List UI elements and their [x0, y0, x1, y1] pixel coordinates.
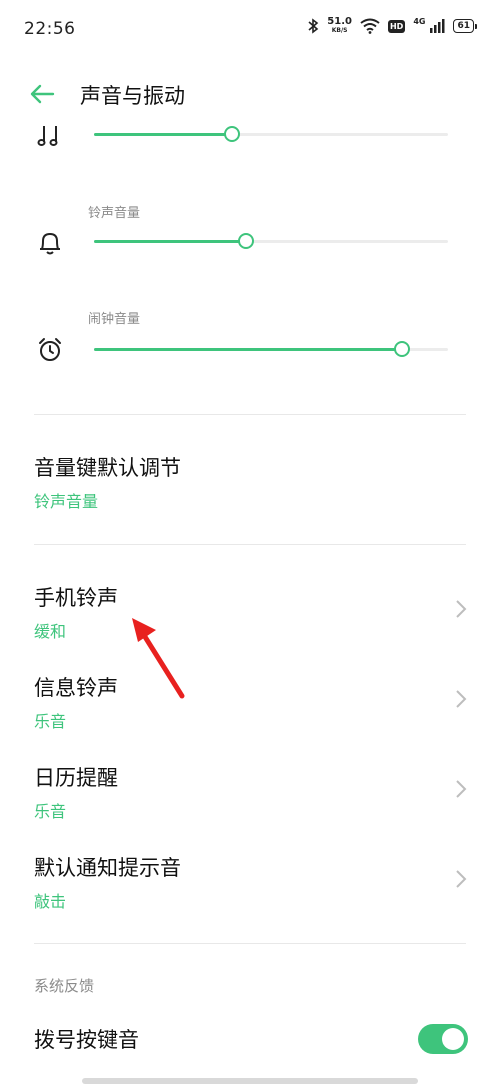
- signal-icon: [430, 19, 445, 33]
- default-notification-sound-item[interactable]: 默认通知提示音 敲击: [0, 852, 500, 932]
- slider-fill: [94, 348, 402, 351]
- battery-indicator: 61: [453, 19, 477, 33]
- slider-thumb[interactable]: [238, 233, 255, 249]
- slider-thumb[interactable]: [224, 126, 241, 142]
- item-title: 日历提醒: [34, 766, 118, 790]
- item-title: 手机铃声: [34, 586, 118, 610]
- section-header: 系统反馈: [34, 977, 95, 995]
- back-arrow-icon[interactable]: [28, 80, 56, 108]
- chevron-right-icon: [456, 870, 467, 888]
- divider: [34, 943, 466, 944]
- app-header: 声音与振动: [0, 62, 500, 126]
- bluetooth-icon: [308, 18, 319, 34]
- hd-badge: HD: [387, 19, 406, 33]
- calendar-reminder-item[interactable]: 日历提醒 乐音: [0, 762, 500, 842]
- alarm-clock-icon: [39, 338, 61, 361]
- item-title: 信息铃声: [34, 676, 118, 700]
- chevron-right-icon: [456, 600, 467, 618]
- item-value: 乐音: [34, 802, 67, 821]
- item-value: 乐音: [34, 712, 67, 731]
- item-value: 铃声音量: [34, 492, 99, 511]
- page-title: 声音与振动: [80, 84, 185, 108]
- slider-fill: [94, 133, 233, 136]
- annotation-arrow-icon: [132, 618, 185, 699]
- music-note-icon: [37, 126, 58, 146]
- media-volume-slider[interactable]: [94, 126, 448, 142]
- chevron-right-icon: [456, 780, 467, 798]
- network-speed: 51.0 KB/S: [327, 17, 352, 35]
- network-type: 4G: [413, 17, 426, 26]
- media-volume-row: [0, 118, 500, 158]
- alarm-volume-row: 闹钟音量: [0, 308, 500, 378]
- ringtone-volume-row: 铃声音量: [0, 200, 500, 270]
- slider-label: 铃声音量: [88, 206, 141, 221]
- chevron-right-icon: [456, 690, 467, 708]
- slider-label: 闹钟音量: [88, 312, 141, 327]
- home-indicator: [82, 1078, 418, 1084]
- divider: [34, 544, 466, 545]
- item-title: 拨号按键音: [34, 1028, 139, 1052]
- ringtone-volume-slider[interactable]: [94, 233, 448, 249]
- phone-ringtone-item[interactable]: 手机铃声 缓和: [0, 582, 500, 662]
- item-value: 缓和: [34, 622, 67, 641]
- status-icons: 51.0 KB/S HD 4G 61: [307, 17, 477, 35]
- item-title: 音量键默认调节: [34, 456, 181, 480]
- alarm-volume-slider[interactable]: [94, 341, 448, 357]
- dial-tone-toggle[interactable]: [418, 1024, 468, 1054]
- status-time: 22:56: [24, 19, 76, 39]
- divider: [34, 414, 466, 415]
- slider-fill: [94, 240, 247, 243]
- bell-icon: [40, 233, 60, 255]
- speed-unit: KB/S: [331, 27, 348, 34]
- toggle-knob: [442, 1028, 464, 1050]
- item-title: 默认通知提示音: [34, 856, 181, 880]
- message-ringtone-item[interactable]: 信息铃声 乐音: [0, 672, 500, 752]
- slider-thumb[interactable]: [393, 341, 410, 357]
- item-value: 敲击: [34, 892, 67, 911]
- status-bar: 22:56 51.0 KB/S HD 4G 61: [0, 0, 500, 62]
- volume-key-default-item[interactable]: 音量键默认调节 铃声音量: [0, 452, 500, 532]
- speed-value: 51.0: [327, 16, 352, 27]
- wifi-icon: [360, 18, 380, 34]
